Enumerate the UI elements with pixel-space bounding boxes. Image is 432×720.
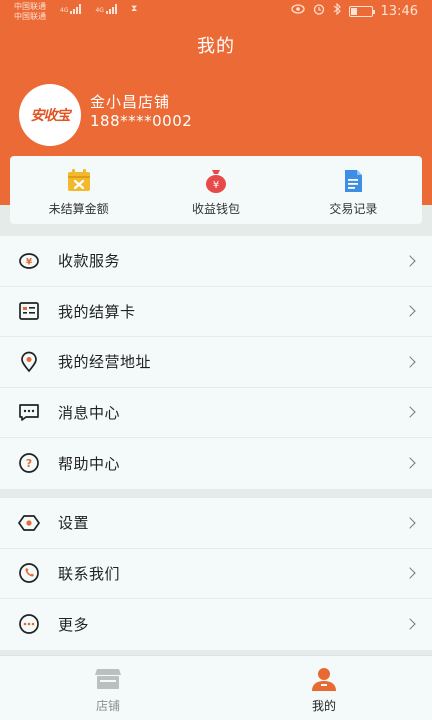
menu-item-contact-us[interactable]: 联系我们 xyxy=(0,549,432,599)
tab-label: 我的 xyxy=(311,699,336,713)
menu-item-label: 我的经营地址 xyxy=(58,353,152,372)
location-pin-icon xyxy=(18,351,40,373)
chevron-right-icon xyxy=(404,406,416,418)
user-icon xyxy=(312,668,336,691)
menu-group-main: ¥ 收款服务 我的结算卡 我的经营地址 消息中心 ? 帮助中心 xyxy=(0,236,432,489)
quick-action-label: 未结算金额 xyxy=(48,202,109,216)
menu-item-more[interactable]: 更多 xyxy=(0,599,432,650)
bottom-tab-bar: 店铺 我的 xyxy=(0,655,432,720)
avatar[interactable]: 安收宝 xyxy=(19,84,81,146)
tab-label: 店铺 xyxy=(95,699,120,713)
tab-store[interactable]: 店铺 xyxy=(0,656,216,720)
menu-item-payment-service[interactable]: ¥ 收款服务 xyxy=(0,236,432,287)
avatar-logo: 安收宝 xyxy=(30,108,71,124)
menu-item-label: 联系我们 xyxy=(58,564,121,583)
chevron-right-icon xyxy=(404,618,416,630)
chevron-right-icon xyxy=(404,517,416,529)
tab-mine[interactable]: 我的 xyxy=(216,656,432,720)
document-icon xyxy=(345,170,363,192)
menu-item-help-center[interactable]: ? 帮助中心 xyxy=(0,438,432,489)
menu-group-secondary: 设置 联系我们 更多 xyxy=(0,498,432,650)
clock: 13:46 xyxy=(380,3,418,19)
quick-action-unsettled[interactable]: 未结算金额 xyxy=(10,156,147,224)
chevron-right-icon xyxy=(404,567,416,579)
svg-text:?: ? xyxy=(26,457,32,470)
signal-indicators: 4G 4G ⧗ xyxy=(60,4,137,14)
network-type-2: 4G xyxy=(95,7,104,14)
alarm-icon xyxy=(313,3,325,19)
settings-icon xyxy=(18,512,40,534)
quick-action-label: 交易记录 xyxy=(329,202,378,216)
hourglass-icon: ⧗ xyxy=(130,4,138,14)
signal-icon-1 xyxy=(70,4,82,14)
status-bar: 中国联通 中国联通 4G 4G ⧗ 13:46 xyxy=(0,0,432,24)
money-bag-icon: ¥ xyxy=(205,170,226,193)
page-title: 我的 xyxy=(197,36,235,57)
quick-action-label: 收益钱包 xyxy=(191,202,240,216)
quick-actions-card: 未结算金额 ¥ 收益钱包 交易记录 xyxy=(10,156,422,224)
unsettled-amount-icon xyxy=(67,169,90,191)
shop-name[interactable]: 金小昌店铺 xyxy=(90,91,170,112)
menu-item-settlement-card[interactable]: 我的结算卡 xyxy=(0,287,432,337)
phone-icon xyxy=(18,562,40,584)
menu-item-label: 消息中心 xyxy=(58,403,121,422)
quick-action-transactions[interactable]: 交易记录 xyxy=(285,156,422,224)
quick-action-wallet[interactable]: ¥ 收益钱包 xyxy=(147,156,284,224)
menu-item-label: 收款服务 xyxy=(58,252,121,271)
carrier-1: 中国联通 xyxy=(14,2,46,11)
battery-icon xyxy=(348,5,375,17)
menu-item-business-address[interactable]: 我的经营地址 xyxy=(0,337,432,388)
signal-icon-2 xyxy=(105,4,117,14)
menu-item-label: 我的结算卡 xyxy=(58,302,136,321)
bluetooth-icon xyxy=(333,2,341,19)
menu-item-label: 帮助中心 xyxy=(58,454,121,473)
menu-item-message-center[interactable]: 消息中心 xyxy=(0,388,432,438)
network-type-1: 4G xyxy=(60,7,69,14)
more-icon xyxy=(18,613,40,635)
menu-item-label: 更多 xyxy=(58,615,90,634)
eye-icon xyxy=(290,4,305,18)
help-icon: ? xyxy=(18,452,40,474)
chevron-right-icon xyxy=(404,305,416,317)
chevron-right-icon xyxy=(404,255,416,267)
menu-item-settings[interactable]: 设置 xyxy=(0,498,432,549)
carrier-info: 中国联通 中国联通 xyxy=(14,2,46,22)
card-icon xyxy=(18,300,40,322)
yuan-circle-icon: ¥ xyxy=(18,250,40,272)
store-icon xyxy=(95,669,121,689)
message-icon xyxy=(18,401,40,423)
chevron-right-icon xyxy=(404,356,416,368)
menu-item-label: 设置 xyxy=(58,514,90,533)
status-right: 13:46 xyxy=(290,2,418,19)
phone-number: 188****0002 xyxy=(90,112,193,130)
svg-text:¥: ¥ xyxy=(213,180,219,191)
svg-text:¥: ¥ xyxy=(26,257,33,267)
carrier-2: 中国联通 xyxy=(14,12,46,21)
chevron-right-icon xyxy=(404,457,416,469)
